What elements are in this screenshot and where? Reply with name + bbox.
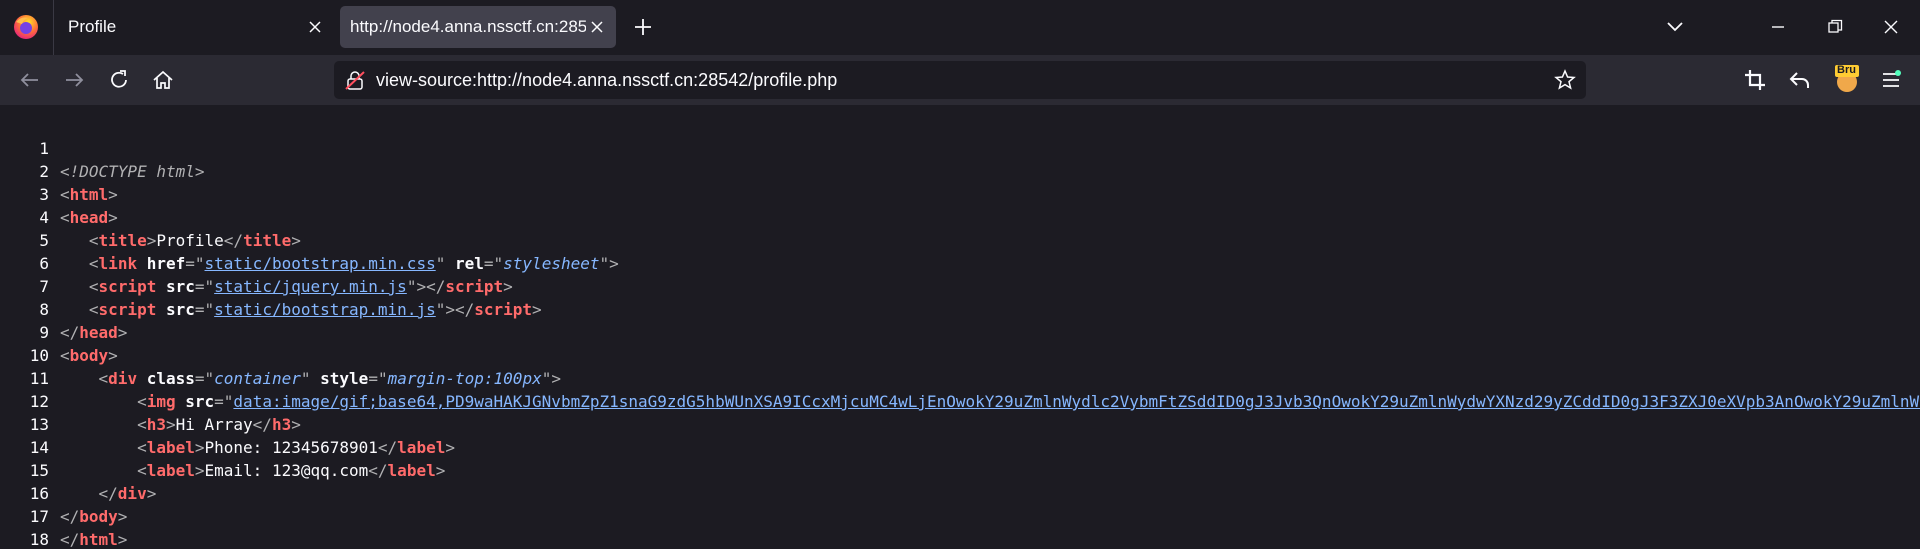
source-line: 17 </html> xyxy=(0,482,1920,549)
source-line: 2 <html> xyxy=(0,137,1920,204)
source-line: 12 <h3>Hi Array</h3> xyxy=(0,367,1920,434)
source-line: 3 <head> xyxy=(0,160,1920,227)
source-line: 13 <label>Phone: 12345678901</label> xyxy=(0,390,1920,457)
tab-separator xyxy=(53,0,54,55)
extension-bru-icon[interactable]: Bru xyxy=(1832,63,1862,93)
home-icon[interactable] xyxy=(150,67,176,93)
screenshot-crop-icon[interactable] xyxy=(1742,67,1768,93)
forward-arrow-icon[interactable] xyxy=(61,67,87,93)
source-line: 15 </div> xyxy=(0,436,1920,503)
plus-icon[interactable] xyxy=(632,16,654,38)
source-line: 5 <link href="static/bootstrap.min.css" … xyxy=(0,206,1920,273)
source-line: 1 <!DOCTYPE html> xyxy=(0,114,1920,181)
back-arrow-icon[interactable] xyxy=(17,67,43,93)
source-line: 9 <body> xyxy=(0,298,1920,365)
app-menu-icon[interactable] xyxy=(1878,67,1904,93)
url-text[interactable]: view-source:http://node4.anna.nssctf.cn:… xyxy=(376,61,837,99)
source-line: 8 </head> xyxy=(0,275,1920,342)
url-bar[interactable]: view-source:http://node4.anna.nssctf.cn:… xyxy=(334,61,1586,99)
firefox-logo-icon[interactable] xyxy=(12,13,40,41)
source-line: 16 </body> xyxy=(0,459,1920,526)
minimize-icon[interactable] xyxy=(1765,14,1791,40)
close-icon[interactable] xyxy=(588,18,606,36)
source-line: 11 <img src="data:image/gif;base64,PD9wa… xyxy=(0,344,1920,411)
tab-label: http://node4.anna.nssctf.cn:28542/profil… xyxy=(350,17,586,36)
tab-strip: Profile http://node4.anna.nssctf.cn:2854… xyxy=(0,0,1920,55)
reload-icon[interactable] xyxy=(106,67,132,93)
source-line: 14 <label>Email: 123@qq.com</label> xyxy=(0,413,1920,480)
chevron-down-icon[interactable] xyxy=(1662,14,1688,40)
line-number: 18 xyxy=(29,530,49,549)
restore-icon[interactable] xyxy=(1822,14,1848,40)
close-icon[interactable] xyxy=(306,18,324,36)
source-line: 6 <script src="static/jquery.min.js"></s… xyxy=(0,229,1920,296)
source-line: 18 xyxy=(0,505,1920,549)
tag-name: html xyxy=(79,530,118,549)
source-line: 4 <title>Profile</title> xyxy=(0,183,1920,250)
view-source-content: 1 <!DOCTYPE html> 2 <html> 3 <head> 4 <t… xyxy=(0,114,1920,549)
tab-label: Profile xyxy=(68,17,117,36)
tab-profile[interactable]: Profile xyxy=(68,6,330,48)
navigation-toolbar: view-source:http://node4.anna.nssctf.cn:… xyxy=(0,55,1920,105)
insecure-lock-icon[interactable] xyxy=(344,69,366,91)
undo-arrow-icon[interactable] xyxy=(1787,67,1813,93)
source-line: 10 <div class="container" style="margin-… xyxy=(0,321,1920,388)
extension-badge-label: Bru xyxy=(1837,64,1856,76)
tab-view-source[interactable]: http://node4.anna.nssctf.cn:28542/profil… xyxy=(340,6,616,48)
bookmark-star-icon[interactable] xyxy=(1554,69,1576,91)
window-close-icon[interactable] xyxy=(1878,14,1904,40)
source-line: 7 <script src="static/bootstrap.min.js">… xyxy=(0,252,1920,319)
